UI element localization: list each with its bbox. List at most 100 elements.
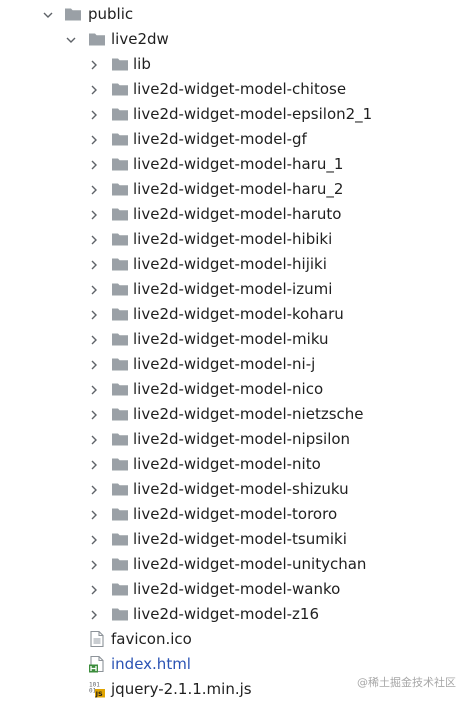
folder-label: live2d-widget-model-hijiki xyxy=(133,255,327,273)
folder-label: live2d-widget-model-haru_2 xyxy=(133,180,344,198)
tree-row-folder[interactable]: live2d-widget-model-nipsilon xyxy=(0,427,468,452)
chevron-right-icon[interactable] xyxy=(87,183,101,197)
folder-label: live2dw xyxy=(111,30,169,48)
html-file-icon xyxy=(88,655,106,673)
folder-label: live2d-widget-model-shizuku xyxy=(133,480,349,498)
js-binary-file-icon: 101 01 JS xyxy=(88,680,106,698)
tree-row-live2dw[interactable]: live2dw xyxy=(0,27,468,52)
folder-icon xyxy=(111,280,129,298)
tree-row-folder[interactable]: live2d-widget-model-nietzsche xyxy=(0,402,468,427)
folder-icon xyxy=(111,605,129,623)
tree-row-folder[interactable]: live2d-widget-model-gf xyxy=(0,127,468,152)
tree-row-folder[interactable]: live2d-widget-model-shizuku xyxy=(0,477,468,502)
folder-label: public xyxy=(88,5,134,23)
folder-label: live2d-widget-model-chitose xyxy=(133,80,347,98)
file-label: index.html xyxy=(111,655,191,673)
watermark-text: @稀土掘金技术社区 xyxy=(357,676,456,689)
folder-label: live2d-widget-model-ni-j xyxy=(133,355,316,373)
tree-row-folder[interactable]: live2d-widget-model-nico xyxy=(0,377,468,402)
folder-label: live2d-widget-model-epsilon2_1 xyxy=(133,105,373,123)
chevron-right-icon[interactable] xyxy=(87,83,101,97)
chevron-down-icon[interactable] xyxy=(64,33,78,47)
chevron-right-icon[interactable] xyxy=(87,583,101,597)
tree-row-folder[interactable]: live2d-widget-model-chitose xyxy=(0,77,468,102)
chevron-right-icon[interactable] xyxy=(87,233,101,247)
chevron-right-icon[interactable] xyxy=(87,533,101,547)
folder-label: live2d-widget-model-gf xyxy=(133,130,307,148)
folder-icon xyxy=(111,155,129,173)
folder-icon xyxy=(111,380,129,398)
folder-icon xyxy=(111,130,129,148)
folder-icon xyxy=(111,105,129,123)
chevron-right-icon[interactable] xyxy=(87,408,101,422)
folder-label: live2d-widget-model-tsumiki xyxy=(133,530,347,548)
folder-label: live2d-widget-model-z16 xyxy=(133,605,319,623)
folder-label: live2d-widget-model-tororo xyxy=(133,505,338,523)
file-label: jquery-2.1.1.min.js xyxy=(111,680,252,698)
folder-label: live2d-widget-model-unitychan xyxy=(133,555,367,573)
tree-row-favicon[interactable]: favicon.ico xyxy=(0,627,468,652)
tree-row-public[interactable]: public xyxy=(0,2,468,27)
folder-icon xyxy=(111,455,129,473)
folder-icon xyxy=(64,5,82,23)
tree-row-folder[interactable]: live2d-widget-model-tororo xyxy=(0,502,468,527)
chevron-down-icon[interactable] xyxy=(41,8,55,22)
folder-icon xyxy=(111,505,129,523)
chevron-right-icon[interactable] xyxy=(87,208,101,222)
chevron-right-icon[interactable] xyxy=(87,258,101,272)
tree-row-folder[interactable]: live2d-widget-model-haru_2 xyxy=(0,177,468,202)
folder-label: live2d-widget-model-nico xyxy=(133,380,324,398)
tree-row-folder[interactable]: live2d-widget-model-z16 xyxy=(0,602,468,627)
chevron-right-icon[interactable] xyxy=(87,308,101,322)
folder-icon xyxy=(111,205,129,223)
folder-icon xyxy=(88,30,106,48)
folder-icon xyxy=(111,530,129,548)
tree-row-folder[interactable]: lib xyxy=(0,52,468,77)
tree-row-folder[interactable]: live2d-widget-model-tsumiki xyxy=(0,527,468,552)
chevron-right-icon[interactable] xyxy=(87,608,101,622)
chevron-right-icon[interactable] xyxy=(87,133,101,147)
folder-label: live2d-widget-model-nito xyxy=(133,455,321,473)
folder-icon xyxy=(111,355,129,373)
file-label: favicon.ico xyxy=(111,630,192,648)
folder-label: live2d-widget-model-haru_1 xyxy=(133,155,344,173)
chevron-right-icon[interactable] xyxy=(87,508,101,522)
folder-icon xyxy=(111,555,129,573)
folder-label: lib xyxy=(133,55,151,73)
folder-label: live2d-widget-model-miku xyxy=(133,330,329,348)
tree-row-folder[interactable]: live2d-widget-model-miku xyxy=(0,327,468,352)
chevron-right-icon[interactable] xyxy=(87,558,101,572)
chevron-right-icon[interactable] xyxy=(87,333,101,347)
chevron-right-icon[interactable] xyxy=(87,283,101,297)
folder-icon xyxy=(111,55,129,73)
folder-icon xyxy=(111,480,129,498)
chevron-right-icon[interactable] xyxy=(87,158,101,172)
chevron-right-icon[interactable] xyxy=(87,383,101,397)
folder-icon xyxy=(111,330,129,348)
tree-row-folder[interactable]: live2d-widget-model-ni-j xyxy=(0,352,468,377)
folder-label: live2d-widget-model-haruto xyxy=(133,205,342,223)
tree-row-folder[interactable]: live2d-widget-model-hibiki xyxy=(0,227,468,252)
tree-row-folder[interactable]: live2d-widget-model-izumi xyxy=(0,277,468,302)
tree-row-folder[interactable]: live2d-widget-model-epsilon2_1 xyxy=(0,102,468,127)
chevron-right-icon[interactable] xyxy=(87,433,101,447)
folder-icon xyxy=(111,430,129,448)
tree-row-folder[interactable]: live2d-widget-model-wanko xyxy=(0,577,468,602)
folder-icon xyxy=(111,405,129,423)
chevron-right-icon[interactable] xyxy=(87,483,101,497)
tree-row-folder[interactable]: live2d-widget-model-haru_1 xyxy=(0,152,468,177)
chevron-right-icon[interactable] xyxy=(87,108,101,122)
chevron-right-icon[interactable] xyxy=(87,358,101,372)
tree-row-folder[interactable]: live2d-widget-model-unitychan xyxy=(0,552,468,577)
folder-label: live2d-widget-model-wanko xyxy=(133,580,341,598)
folder-icon xyxy=(111,180,129,198)
folder-label: live2d-widget-model-nipsilon xyxy=(133,430,351,448)
tree-row-folder[interactable]: live2d-widget-model-haruto xyxy=(0,202,468,227)
folder-icon xyxy=(111,230,129,248)
chevron-right-icon[interactable] xyxy=(87,458,101,472)
chevron-right-icon[interactable] xyxy=(87,58,101,72)
watermark: @稀土掘金技术社区 xyxy=(357,674,456,690)
tree-row-folder[interactable]: live2d-widget-model-koharu xyxy=(0,302,468,327)
tree-row-folder[interactable]: live2d-widget-model-hijiki xyxy=(0,252,468,277)
tree-row-folder[interactable]: live2d-widget-model-nito xyxy=(0,452,468,477)
